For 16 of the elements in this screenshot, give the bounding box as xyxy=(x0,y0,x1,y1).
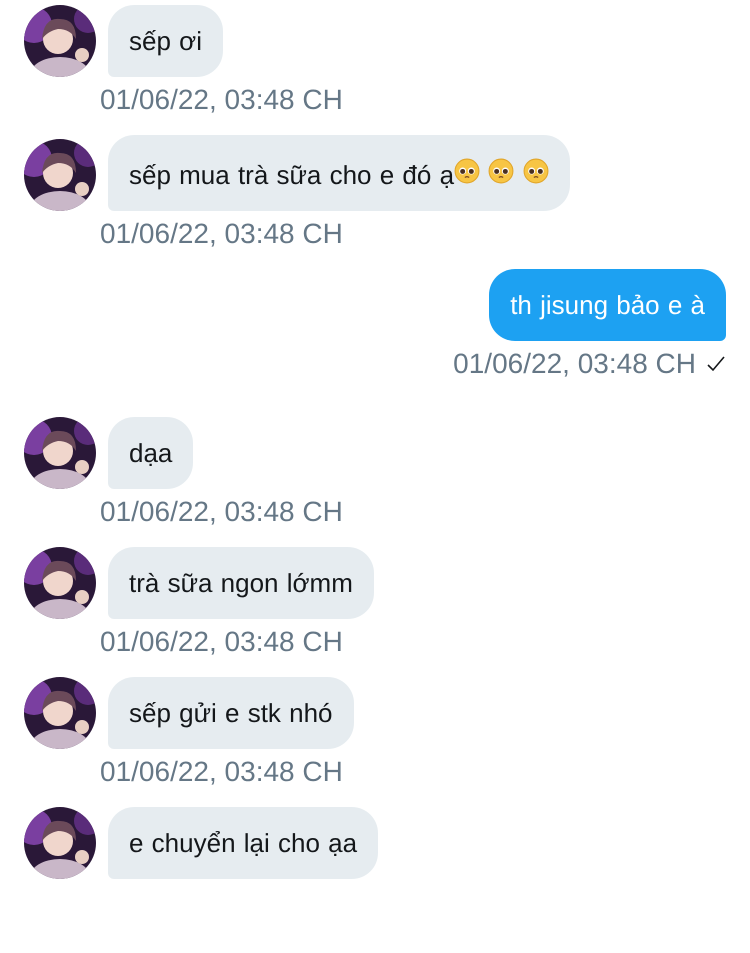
pleading-face-icon xyxy=(488,158,514,184)
message-text: sếp mua trà sữa cho e đó ạ xyxy=(129,160,454,190)
message-text: trà sữa ngon lớmm xyxy=(129,568,353,598)
message-text: th jisung bảo e à xyxy=(510,290,705,320)
timestamp: 01/06/22, 03:48 CH xyxy=(100,83,343,117)
message-text: dạa xyxy=(129,438,172,468)
timestamp: 01/06/22, 03:48 CH xyxy=(100,755,343,789)
timestamp: 01/06/22, 03:48 CH xyxy=(453,347,696,381)
message-text: sếp gửi e stk nhó xyxy=(129,698,333,728)
timestamp: 01/06/22, 03:48 CH xyxy=(100,217,343,251)
message-text: e chuyển lại cho ạa xyxy=(129,828,358,858)
timestamp: 01/06/22, 03:48 CH xyxy=(100,495,343,529)
timestamp: 01/06/22, 03:48 CH xyxy=(100,625,343,659)
pleading-face-icon xyxy=(454,158,480,184)
pleading-face-icon xyxy=(522,158,548,184)
message-text: sếp ơi xyxy=(129,26,202,56)
